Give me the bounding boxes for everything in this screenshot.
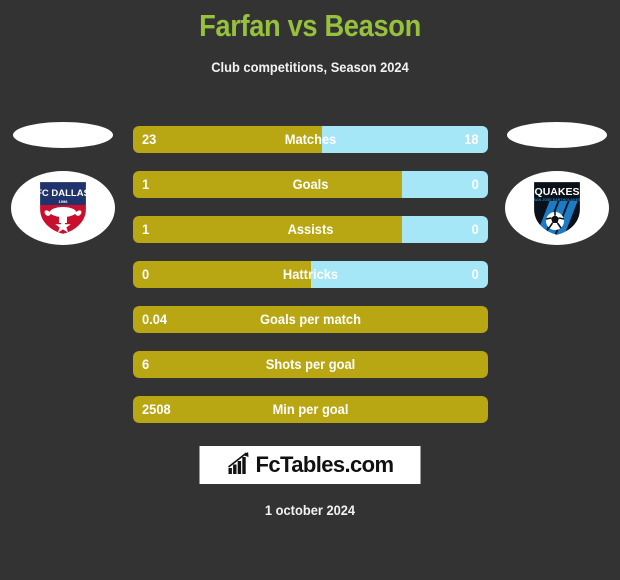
stat-label-goals-per-match: Goals per match [260,311,361,327]
home-decorative-ellipse [13,122,113,148]
stat-label-matches: Matches [284,131,337,147]
away-team-logo-block: QUAKES SAN JOSE EARTHQUAKES [502,120,612,245]
stat-label-min-per-goal: Min per goal [272,401,349,417]
footer-date: 1 october 2024 [264,502,356,518]
away-value-hattricks: 0 [471,266,479,282]
stat-row-assists: 1 Assists 0 [133,216,488,243]
fctables-brand-logo[interactable]: FcTables.com [199,446,421,484]
page-title: Farfan vs Beason [199,8,421,43]
stat-label-hattricks: Hattricks [282,266,339,282]
page-subtitle: Club competitions, Season 2024 [211,59,409,75]
stat-label-assists: Assists [287,221,334,237]
svg-text:SAN JOSE EARTHQUAKES: SAN JOSE EARTHQUAKES [534,198,582,202]
stat-label-shots-per-goal: Shots per goal [265,356,356,372]
fc-dallas-badge-icon: FC DALLAS 1996 [37,179,89,237]
stat-row-shots-per-goal: 6 Shots per goal [133,351,488,378]
away-decorative-ellipse [507,122,607,148]
stat-row-goals-per-match: 0.04 Goals per match [133,306,488,333]
svg-text:QUAKES: QUAKES [535,186,580,198]
stat-row-hattricks: 0 Hattricks 0 [133,261,488,288]
bar-chart-growth-icon [227,451,251,480]
page-header: Farfan vs Beason Club competitions, Seas… [0,0,620,75]
away-team-badge-holder: QUAKES SAN JOSE EARTHQUAKES [505,171,609,245]
home-team-badge-holder: FC DALLAS 1996 [11,171,115,245]
stat-row-min-per-goal: 2508 Min per goal [133,396,488,423]
stat-label-goals: Goals [292,176,329,192]
stat-row-matches: 23 Matches 18 [133,126,488,153]
svg-text:FC DALLAS: FC DALLAS [37,188,89,199]
fctables-brand-text: FcTables.com [255,452,394,477]
away-value-matches: 18 [464,131,479,147]
svg-text:1996: 1996 [59,199,69,204]
away-value-assists: 0 [471,221,479,237]
san-jose-quakes-badge-icon: QUAKES SAN JOSE EARTHQUAKES [530,178,584,238]
stat-comparison-bars: 23 Matches 18 1 Goals 0 1 Assists 0 0 Ha… [133,126,488,441]
home-team-logo-block: FC DALLAS 1996 [8,120,118,245]
stat-row-goals: 1 Goals 0 [133,171,488,198]
away-value-goals: 0 [471,176,479,192]
